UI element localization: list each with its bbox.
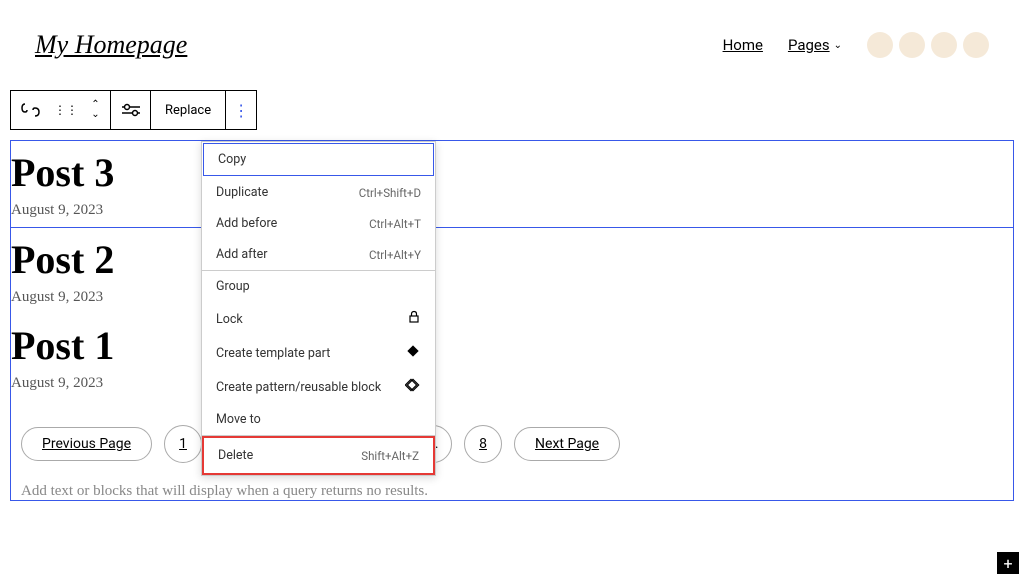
menu-add-after-shortcut: Ctrl+Alt+Y bbox=[369, 248, 421, 262]
drag-handle-icon[interactable]: ⋮⋮ bbox=[51, 91, 81, 129]
menu-copy[interactable]: Copy bbox=[203, 143, 434, 176]
post-title[interactable]: Post 3 bbox=[11, 149, 1013, 196]
post-block[interactable]: Post 1 August 9, 2023 bbox=[11, 314, 1013, 400]
menu-duplicate[interactable]: Duplicate Ctrl+Shift+D bbox=[202, 177, 435, 208]
block-toolbar: ⋮⋮ ⌃⌄ Replace ⋮ bbox=[10, 90, 257, 130]
menu-create-pattern-label: Create pattern/reusable block bbox=[216, 380, 381, 395]
menu-duplicate-label: Duplicate bbox=[216, 185, 268, 200]
more-options-button[interactable]: ⋮ bbox=[226, 91, 256, 129]
chevron-down-icon: ⌄ bbox=[834, 40, 842, 51]
post-block[interactable]: Post 3 August 9, 2023 bbox=[11, 141, 1013, 228]
page-1[interactable]: 1 bbox=[164, 425, 202, 463]
youtube-icon[interactable] bbox=[963, 32, 989, 58]
reusable-block-icon bbox=[405, 378, 421, 396]
menu-add-before-shortcut: Ctrl+Alt+T bbox=[369, 217, 421, 231]
block-context-menu: Copy Duplicate Ctrl+Shift+D Add before C… bbox=[201, 141, 436, 476]
menu-move-to-label: Move to bbox=[216, 412, 261, 427]
menu-add-after-label: Add after bbox=[216, 247, 267, 262]
menu-add-after[interactable]: Add after Ctrl+Alt+Y bbox=[202, 239, 435, 270]
menu-copy-label: Copy bbox=[218, 152, 246, 167]
post-block[interactable]: Post 2 August 9, 2023 bbox=[11, 228, 1013, 314]
nav-pages[interactable]: Pages ⌄ bbox=[788, 36, 842, 54]
menu-lock[interactable]: Lock bbox=[202, 302, 435, 336]
page-8[interactable]: 8 bbox=[464, 425, 502, 463]
settings-icon[interactable] bbox=[111, 91, 151, 129]
query-loop-block[interactable]: Post 3 August 9, 2023 Post 2 August 9, 2… bbox=[10, 140, 1014, 501]
nav-home[interactable]: Home bbox=[723, 36, 763, 54]
instagram-icon[interactable] bbox=[931, 32, 957, 58]
menu-duplicate-shortcut: Ctrl+Shift+D bbox=[359, 186, 421, 200]
facebook-icon[interactable] bbox=[867, 32, 893, 58]
pagination: Previous Page 1 2 3 4 5 ... 8 Next Page bbox=[11, 400, 1013, 478]
template-part-icon bbox=[405, 344, 421, 362]
post-title[interactable]: Post 2 bbox=[11, 236, 1013, 283]
menu-lock-label: Lock bbox=[216, 312, 243, 327]
twitter-icon[interactable] bbox=[899, 32, 925, 58]
post-date: August 9, 2023 bbox=[11, 375, 1013, 392]
next-page-button[interactable]: Next Page bbox=[514, 427, 620, 461]
menu-delete-shortcut: Shift+Alt+Z bbox=[361, 449, 419, 463]
replace-button[interactable]: Replace bbox=[151, 91, 226, 129]
menu-move-to[interactable]: Move to bbox=[202, 404, 435, 435]
menu-group[interactable]: Group bbox=[202, 271, 435, 302]
previous-page-button[interactable]: Previous Page bbox=[21, 427, 152, 461]
menu-create-pattern[interactable]: Create pattern/reusable block bbox=[202, 370, 435, 404]
menu-add-before-label: Add before bbox=[216, 216, 277, 231]
menu-create-template[interactable]: Create template part bbox=[202, 336, 435, 370]
menu-delete-label: Delete bbox=[218, 448, 253, 463]
menu-group-label: Group bbox=[216, 279, 250, 294]
lock-icon bbox=[407, 310, 421, 328]
menu-delete[interactable]: Delete Shift+Alt+Z bbox=[202, 436, 435, 475]
menu-create-template-label: Create template part bbox=[216, 346, 330, 361]
site-title[interactable]: My Homepage bbox=[35, 30, 187, 60]
move-up-down[interactable]: ⌃⌄ bbox=[81, 91, 111, 129]
menu-add-before[interactable]: Add before Ctrl+Alt+T bbox=[202, 208, 435, 239]
add-block-button[interactable]: + bbox=[997, 552, 1019, 574]
no-results-placeholder[interactable]: Add text or blocks that will display whe… bbox=[11, 478, 1013, 500]
query-loop-icon[interactable] bbox=[11, 91, 51, 129]
post-date: August 9, 2023 bbox=[11, 202, 1013, 219]
nav-pages-label: Pages bbox=[788, 36, 830, 54]
post-title[interactable]: Post 1 bbox=[11, 322, 1013, 369]
post-date: August 9, 2023 bbox=[11, 289, 1013, 306]
